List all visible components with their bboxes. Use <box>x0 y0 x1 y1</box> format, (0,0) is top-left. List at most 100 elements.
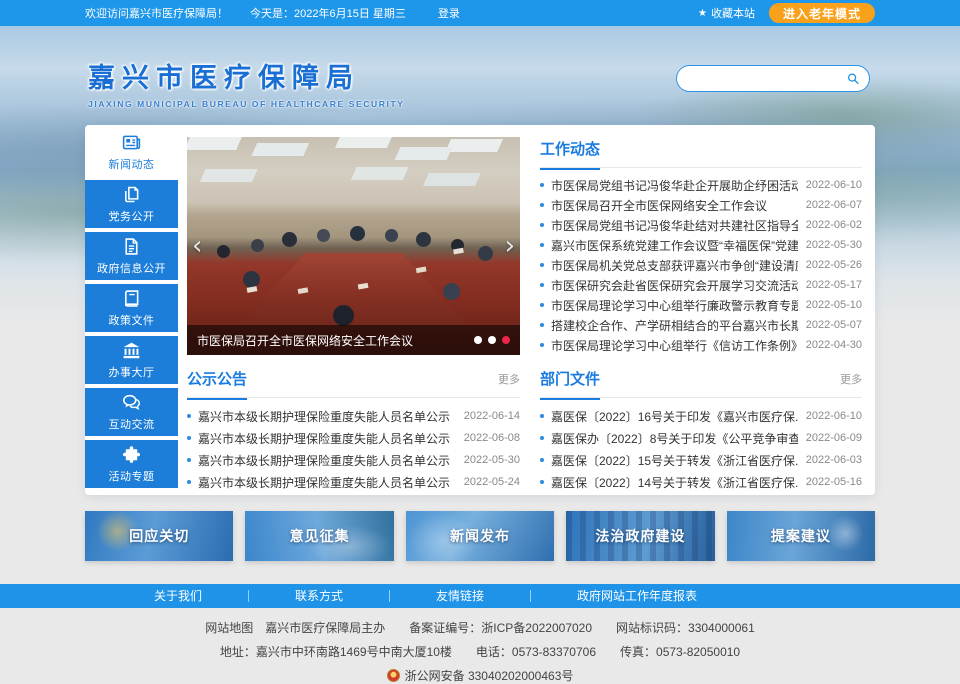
news-item[interactable]: 市医保局党组书记冯俊华赴结对共建社区指导全国文... 2022-06-02 <box>540 215 862 235</box>
favorite-label: 收藏本站 <box>711 5 755 21</box>
more-link[interactable]: 更多 <box>498 371 520 387</box>
announcement-item[interactable]: 嘉兴市本级长期护理保险重度失能人员名单公示（2... 2022-06-14 <box>187 405 520 427</box>
announcement-item[interactable]: 嘉兴市本级长期护理保险重度失能人员名单公示（2... 2022-06-08 <box>187 427 520 449</box>
sidebar-item[interactable]: 新闻动态 <box>85 128 178 176</box>
papers-decoration <box>247 286 258 293</box>
carousel-prev-button[interactable]: ‹ <box>192 233 202 259</box>
main-content-panel: 新闻动态 党务公开 政府信息公开 政策文件 办事大厅 <box>85 125 875 495</box>
carousel-dot-1[interactable] <box>474 336 482 344</box>
files-icon <box>121 184 142 205</box>
banner-link[interactable]: 法治政府建设 <box>566 511 714 561</box>
news-item[interactable]: 市医保局党组书记冯俊华赴企开展助企纾困活动 2022-06-10 <box>540 175 862 195</box>
news-item[interactable]: 搭建校企合作、产学研相结合的平台嘉兴市长期护理... 2022-05-07 <box>540 315 862 335</box>
tab-dept-files[interactable]: 部门文件 <box>540 368 600 400</box>
phone-text: 电话：0573-83370706 <box>476 643 596 660</box>
book-icon <box>121 288 142 309</box>
dept-file-date: 2022-06-10 <box>806 410 862 422</box>
sitemap-link[interactable]: 网站地图 <box>205 619 253 636</box>
site-title: 嘉兴市医疗保障局 <box>88 56 405 95</box>
news-item-title: 市医保局理论学习中心组举行廉政警示教育专题学习... <box>551 297 798 314</box>
document-icon <box>121 236 142 257</box>
sidebar-item[interactable]: 政策文件 <box>85 284 178 332</box>
public-security-badge-icon <box>387 669 400 682</box>
footer-nav-item[interactable]: 关于我们 <box>108 590 248 602</box>
banner-shortcuts: 回应关切 意见征集 新闻发布 法治政府建设 提案建议 <box>85 511 875 561</box>
sidebar-item-label: 政府信息公开 <box>97 260 166 276</box>
news-item-title: 市医保局机关党总支部获评嘉兴市争创“建设清廉机... <box>551 257 798 274</box>
carousel-slide-image[interactable] <box>187 137 520 355</box>
search-icon[interactable] <box>846 71 860 86</box>
announcement-item[interactable]: 嘉兴市本级长期护理保险重度失能人员名单公示（2... 2022-05-30 <box>187 449 520 471</box>
bullet-icon <box>187 458 191 462</box>
site-logo[interactable]: 嘉兴市医疗保障局 JIAXING MUNICIPAL BUREAU OF HEA… <box>88 56 405 109</box>
star-icon: ★ <box>698 8 707 19</box>
newspaper-icon <box>121 132 142 153</box>
banner-link[interactable]: 意见征集 <box>245 511 393 561</box>
bullet-icon <box>540 303 544 307</box>
sidebar-item[interactable]: 政府信息公开 <box>85 232 178 280</box>
tab-work-news[interactable]: 工作动态 <box>540 138 600 170</box>
footer-nav-item[interactable]: 政府网站工作年度报表 <box>530 590 743 602</box>
carousel-dot-3[interactable] <box>502 336 510 344</box>
sidebar-item[interactable]: 党务公开 <box>85 180 178 228</box>
address-text: 地址：嘉兴市中环南路1469号中南大厦10楼 <box>220 643 452 660</box>
dept-file-item[interactable]: 嘉医保〔2022〕14号关于转发《浙江省医疗保... 2022-05-16 <box>540 471 862 493</box>
news-item[interactable]: 市医保研究会赴省医保研究会开展学习交流活动 2022-05-17 <box>540 275 862 295</box>
section-dept-files: 部门文件 更多 嘉医保〔2022〕16号关于印发《嘉兴市医疗保... 2022-… <box>540 368 862 493</box>
top-utility-bar: 欢迎访问嘉兴市医疗保障局！ 今天是：2022年6月15日 星期三 登录 ★ 收藏… <box>0 0 960 26</box>
sidebar-item-label: 活动专题 <box>109 468 155 484</box>
bullet-icon <box>540 343 544 347</box>
favorite-site-link[interactable]: ★ 收藏本站 <box>698 5 755 21</box>
news-item[interactable]: 市医保局理论学习中心组举行《信访工作条例》专题... 2022-04-30 <box>540 335 862 355</box>
announcement-item[interactable]: 嘉兴市本级长期护理保险重度失能人员名单公示（2... 2022-05-24 <box>187 471 520 493</box>
sidebar-item[interactable]: 办事大厅 <box>85 336 178 384</box>
footer-nav-item[interactable]: 友情链接 <box>389 590 530 602</box>
news-item[interactable]: 嘉兴市医保系统党建工作会议暨“幸福医保”党建联... 2022-05-30 <box>540 235 862 255</box>
carousel-caption[interactable]: 市医保局召开全市医保网络安全工作会议 <box>197 332 474 349</box>
news-item-date: 2022-05-30 <box>806 239 862 251</box>
banner-link[interactable]: 提案建议 <box>727 511 875 561</box>
news-item[interactable]: 市医保局理论学习中心组举行廉政警示教育专题学习... 2022-05-10 <box>540 295 862 315</box>
footer-line-2: 地址：嘉兴市中环南路1469号中南大厦10楼 电话：0573-83370706 … <box>220 643 740 660</box>
tab-announcements[interactable]: 公示公告 <box>187 368 247 400</box>
banner-label: 回应关切 <box>129 526 189 546</box>
footer-nav-item[interactable]: 联系方式 <box>248 590 389 602</box>
more-link[interactable]: 更多 <box>840 371 862 387</box>
dept-file-item[interactable]: 嘉医保〔2022〕16号关于印发《嘉兴市医疗保... 2022-06-10 <box>540 405 862 427</box>
news-carousel: ‹ › 市医保局召开全市医保网络安全工作会议 <box>187 137 520 355</box>
news-item-title: 搭建校企合作、产学研相结合的平台嘉兴市长期护理... <box>551 317 798 334</box>
banner-label: 法治政府建设 <box>595 526 685 546</box>
dept-file-item[interactable]: 嘉医保办〔2022〕8号关于印发《公平竞争审查... 2022-06-09 <box>540 427 862 449</box>
bank-icon <box>121 340 142 361</box>
footer-nav: 关于我们 联系方式 友情链接 政府网站工作年度报表 <box>0 584 960 608</box>
login-link[interactable]: 登录 <box>438 5 460 21</box>
sidebar-item[interactable]: 活动专题 <box>85 440 178 488</box>
dept-file-item[interactable]: 嘉医保〔2022〕15号关于转发《浙江省医疗保... 2022-06-03 <box>540 449 862 471</box>
news-item[interactable]: 市医保局召开全市医保网络安全工作会议 2022-06-07 <box>540 195 862 215</box>
footer-line-1: 网站地图 嘉兴市医疗保障局主办 备案证编号：浙ICP备2022007020 网站… <box>205 619 755 636</box>
news-item[interactable]: 市医保局机关党总支部获评嘉兴市争创“建设清廉机... 2022-05-26 <box>540 255 862 275</box>
banner-link[interactable]: 新闻发布 <box>406 511 554 561</box>
news-item-date: 2022-06-07 <box>806 199 862 211</box>
banner-link[interactable]: 回应关切 <box>85 511 233 561</box>
carousel-dot-2[interactable] <box>488 336 496 344</box>
bullet-icon <box>540 323 544 327</box>
security-record-text[interactable]: 浙公网安备 33040202000463号 <box>387 667 574 684</box>
carousel-next-button[interactable]: › <box>505 233 515 259</box>
elder-mode-button[interactable]: 进入老年模式 <box>769 3 875 23</box>
section-header: 公示公告 更多 <box>187 368 520 398</box>
bullet-icon <box>540 223 544 227</box>
sidebar-nav: 新闻动态 党务公开 政府信息公开 政策文件 办事大厅 <box>85 128 178 492</box>
search-input[interactable] <box>691 72 846 86</box>
conference-table-decoration <box>234 253 474 334</box>
site-title-english: JIAXING MUNICIPAL BUREAU OF HEALTHCARE S… <box>88 99 405 109</box>
news-item-date: 2022-05-26 <box>806 259 862 271</box>
news-item-title: 市医保局理论学习中心组举行《信访工作条例》专题... <box>551 337 798 354</box>
bullet-icon <box>540 243 544 247</box>
news-item-date: 2022-05-10 <box>806 299 862 311</box>
sidebar-item[interactable]: 互动交流 <box>85 388 178 436</box>
news-item-title: 市医保局党组书记冯俊华赴结对共建社区指导全国文... <box>551 217 798 234</box>
announcement-date: 2022-06-14 <box>464 410 520 422</box>
attendees-decoration <box>217 245 230 258</box>
sidebar-item-label: 办事大厅 <box>109 364 155 380</box>
